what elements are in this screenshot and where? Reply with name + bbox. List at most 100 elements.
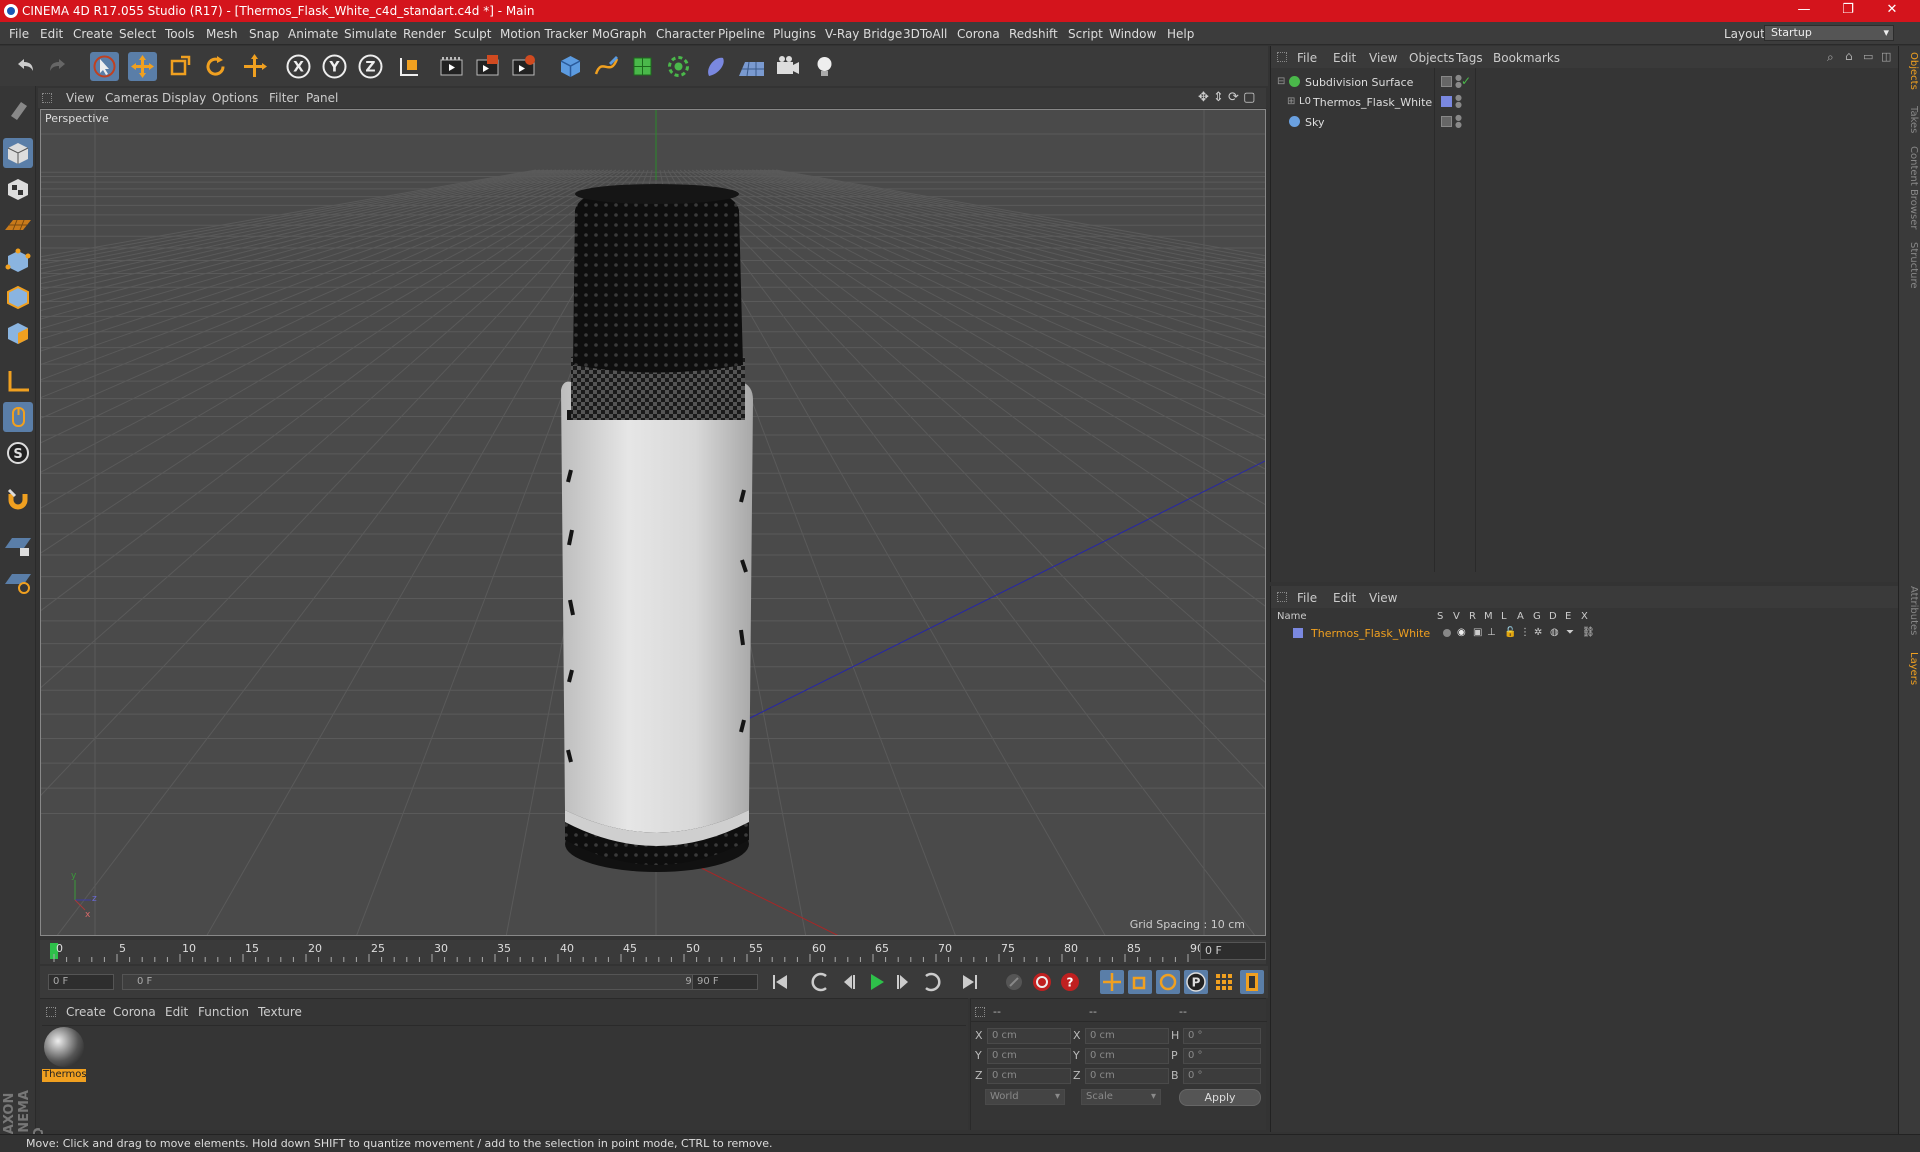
tab-structure[interactable]: Structure <box>1901 242 1919 289</box>
viewport-menu-panel[interactable]: Panel <box>306 91 338 105</box>
z-axis-icon[interactable]: Z <box>356 52 385 81</box>
cube-primitive-icon[interactable] <box>556 52 585 81</box>
render-toggle-icon[interactable]: ▣ <box>1473 627 1482 638</box>
next-key-icon[interactable] <box>920 970 944 994</box>
prev-frame-icon[interactable] <box>836 970 860 994</box>
coord-mode-select[interactable]: Scale ▾ <box>1081 1089 1161 1105</box>
menu-render[interactable]: Render <box>403 27 446 41</box>
position-z-field[interactable]: 0 cm <box>987 1068 1071 1084</box>
menu-character[interactable]: Character <box>656 27 715 41</box>
make-editable-icon[interactable] <box>3 94 33 124</box>
points-mode-icon[interactable] <box>3 246 33 276</box>
rotate-icon[interactable] <box>201 52 230 81</box>
viewport-nav-icons[interactable]: ✥ ⇕ ⟳ ▢ <box>1198 90 1255 105</box>
rotation-h-field[interactable]: 0 ° <box>1183 1028 1261 1044</box>
layer-color-swatch[interactable] <box>1293 628 1303 638</box>
key-scale-icon[interactable] <box>1128 970 1152 994</box>
menu-plugins[interactable]: Plugins <box>773 27 816 41</box>
layer-menu-edit[interactable]: Edit <box>1333 591 1356 605</box>
material-menu-texture[interactable]: Texture <box>258 1005 302 1019</box>
xref-toggle-icon[interactable]: ⛓ <box>1582 627 1595 638</box>
viewport-menu-filter[interactable]: Filter <box>269 91 299 105</box>
key-parameter-icon[interactable]: P <box>1184 970 1208 994</box>
menu-motion-tracker[interactable]: Motion Tracker <box>500 27 588 41</box>
lock-icon[interactable]: 🔓 <box>1504 627 1516 638</box>
rotation-b-field[interactable]: 0 ° <box>1183 1068 1261 1084</box>
viewport-perspective[interactable]: y z x Perspective Grid Spacing : 10 cm <box>40 109 1266 936</box>
model-mode-icon[interactable] <box>3 138 33 168</box>
object-row-thermos-flask-white[interactable]: ⊞ L0 Thermos_Flask_White ● ● <box>1273 94 1898 112</box>
menu-3dtoall[interactable]: 3DToAll <box>903 27 947 41</box>
menu-redshift[interactable]: Redshift <box>1009 27 1058 41</box>
workplane-mode-icon[interactable] <box>3 210 33 240</box>
render-picture-viewer-icon[interactable] <box>473 52 502 81</box>
position-y-field[interactable]: 0 cm <box>987 1048 1071 1064</box>
collapse-icon[interactable]: ⊟ <box>1277 76 1285 87</box>
tab-content-browser[interactable]: Content Browser <box>1901 146 1919 229</box>
goto-end-icon[interactable] <box>958 970 982 994</box>
restore-button[interactable]: ❐ <box>1826 0 1870 22</box>
render-view-icon[interactable] <box>437 52 466 81</box>
generator-toggle-icon[interactable]: ✲ <box>1534 627 1542 638</box>
object-menu-objects[interactable]: Objects <box>1409 51 1454 65</box>
expression-toggle-icon[interactable]: ⏷ <box>1566 627 1574 638</box>
expand-icon[interactable]: ◫ <box>1881 50 1891 63</box>
new-window-icon[interactable]: ▭ <box>1863 50 1873 63</box>
object-row-sky[interactable]: Sky ● ● <box>1273 114 1898 132</box>
size-y-field[interactable]: 0 cm <box>1085 1048 1169 1064</box>
polygons-mode-icon[interactable] <box>3 318 33 348</box>
object-menu-tags[interactable]: Tags <box>1456 51 1483 65</box>
visibility-dots-icon[interactable]: ● ● <box>1455 94 1462 109</box>
timeline-ruler[interactable]: 0 5 10 15 20 25 30 35 40 45 50 55 60 65 70 75 80 85 90 <box>40 940 1266 964</box>
timeline-window-icon[interactable] <box>1240 970 1264 994</box>
menu-corona[interactable]: Corona <box>957 27 1000 41</box>
menu-script[interactable]: Script <box>1068 27 1103 41</box>
menu-pipeline[interactable]: Pipeline <box>718 27 765 41</box>
visibility-dots-icon[interactable]: ● ● <box>1455 114 1462 129</box>
tab-attributes[interactable]: Attributes <box>1901 586 1919 635</box>
position-x-field[interactable]: 0 cm <box>987 1028 1071 1044</box>
solo-toggle-icon[interactable] <box>1443 629 1451 637</box>
menu-simulate[interactable]: Simulate <box>344 27 397 41</box>
material-menu-corona[interactable]: Corona <box>113 1005 156 1019</box>
close-button[interactable]: ✕ <box>1870 0 1914 22</box>
spline-pen-icon[interactable] <box>592 52 621 81</box>
menu-tools[interactable]: Tools <box>165 27 195 41</box>
start-frame-field[interactable]: 0 F <box>48 974 114 990</box>
redo-icon[interactable] <box>44 52 73 81</box>
next-frame-icon[interactable] <box>892 970 916 994</box>
eye-icon[interactable]: ◉ <box>1457 627 1466 638</box>
object-menu-edit[interactable]: Edit <box>1333 51 1356 65</box>
size-z-field[interactable]: 0 cm <box>1085 1068 1169 1084</box>
key-rotation-icon[interactable] <box>1156 970 1180 994</box>
texture-mode-icon[interactable] <box>3 174 33 204</box>
menu-create[interactable]: Create <box>73 27 113 41</box>
live-select-icon[interactable] <box>240 52 269 81</box>
key-pla-icon[interactable] <box>1212 970 1236 994</box>
rotation-p-field[interactable]: 0 ° <box>1183 1048 1261 1064</box>
tab-takes[interactable]: Takes <box>1901 106 1919 133</box>
render-settings-icon[interactable] <box>509 52 538 81</box>
viewport-menu-display[interactable]: Display <box>162 91 206 105</box>
auto-key-icon[interactable] <box>1030 970 1054 994</box>
object-menu-file[interactable]: File <box>1297 51 1317 65</box>
array-icon[interactable] <box>664 52 693 81</box>
home-icon[interactable]: ⌂ <box>1845 49 1853 63</box>
menu-help[interactable]: Help <box>1167 27 1194 41</box>
menu-sculpt[interactable]: Sculpt <box>454 27 491 41</box>
deformer-icon[interactable] <box>701 52 730 81</box>
prev-key-icon[interactable] <box>808 970 832 994</box>
snap-icon[interactable]: S <box>3 438 33 468</box>
minimize-button[interactable]: — <box>1782 0 1826 22</box>
expand-icon[interactable]: ⊞ <box>1287 96 1295 107</box>
menu-animate[interactable]: Animate <box>288 27 338 41</box>
coord-system-select[interactable]: World ▾ <box>985 1089 1065 1105</box>
undo-icon[interactable] <box>10 52 39 81</box>
floor-icon[interactable] <box>737 52 766 81</box>
planar-workplane-icon[interactable] <box>3 566 33 596</box>
menu-snap[interactable]: Snap <box>249 27 279 41</box>
object-row-subdivision-surface[interactable]: ⊟ Subdivision Surface ● ● ✓ <box>1273 74 1898 92</box>
layer-color-icon[interactable] <box>1441 96 1452 107</box>
menu-window[interactable]: Window <box>1109 27 1156 41</box>
layer-menu-view[interactable]: View <box>1369 591 1397 605</box>
